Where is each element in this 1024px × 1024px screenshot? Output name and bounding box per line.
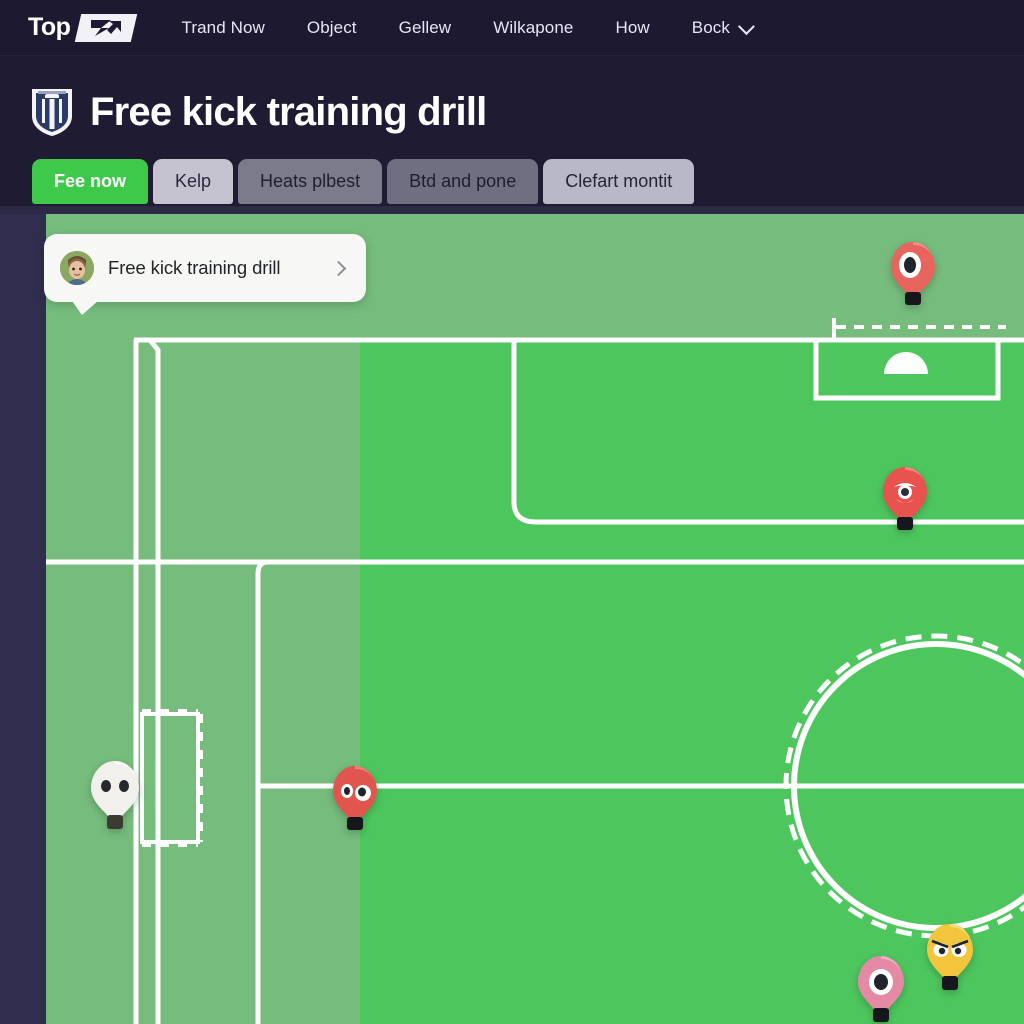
marker-yellow-bottom[interactable] <box>922 920 978 996</box>
nav-link-how[interactable]: How <box>594 12 670 44</box>
chevron-right-icon[interactable] <box>330 260 347 276</box>
chevron-down-icon <box>737 17 755 35</box>
marker-pink-bottom[interactable] <box>852 952 910 1024</box>
nav-links: Trand Now Object Gellew Wilkapone How Bo… <box>160 12 772 44</box>
pitch-canvas[interactable] <box>46 214 1024 1024</box>
lightning-arrow-icon <box>75 13 138 42</box>
nav-link-trand-now[interactable]: Trand Now <box>160 12 285 44</box>
marker-red-top-right[interactable] <box>886 238 940 310</box>
tab-clefart-montit[interactable]: Clefart montit <box>543 159 695 204</box>
brand-logo[interactable]: Top <box>28 13 138 42</box>
tab-heats-plbest[interactable]: Heats plbest <box>238 159 383 204</box>
tab-btd-and-pone[interactable]: Btd and pone <box>387 159 539 204</box>
nav-link-bock[interactable]: Bock <box>671 12 772 44</box>
marker-white-left[interactable] <box>86 757 144 835</box>
top-navigation-bar: Top Trand Now Object Gellew Wilkapone Ho… <box>0 0 1024 56</box>
drill-info-card[interactable]: Free kick training drill <box>44 234 366 315</box>
page-header: Free kick training drill <box>30 86 487 138</box>
marker-red-mid-right[interactable] <box>878 463 932 535</box>
player-avatar <box>60 251 94 285</box>
drill-card-title: Free kick training drill <box>108 257 281 278</box>
page-title: Free kick training drill <box>90 89 487 134</box>
app-root: Top Trand Now Object Gellew Wilkapone Ho… <box>0 0 1024 1024</box>
nav-link-gellew[interactable]: Gellew <box>378 12 473 44</box>
content-top-divider <box>0 206 1024 214</box>
nav-link-object[interactable]: Object <box>286 12 378 44</box>
pitch-markings <box>46 214 1024 1024</box>
team-crest-shield-icon <box>30 86 74 138</box>
left-gutter <box>0 214 46 1024</box>
tab-bar: Fee now Kelp Heats plbest Btd and pone C… <box>32 159 695 204</box>
marker-red-center-left[interactable] <box>328 762 382 836</box>
brand-name: Top <box>28 13 71 41</box>
tab-kelp[interactable]: Kelp <box>153 159 234 204</box>
nav-link-wilkapone[interactable]: Wilkapone <box>472 12 594 44</box>
tab-fee-now[interactable]: Fee now <box>32 159 149 204</box>
